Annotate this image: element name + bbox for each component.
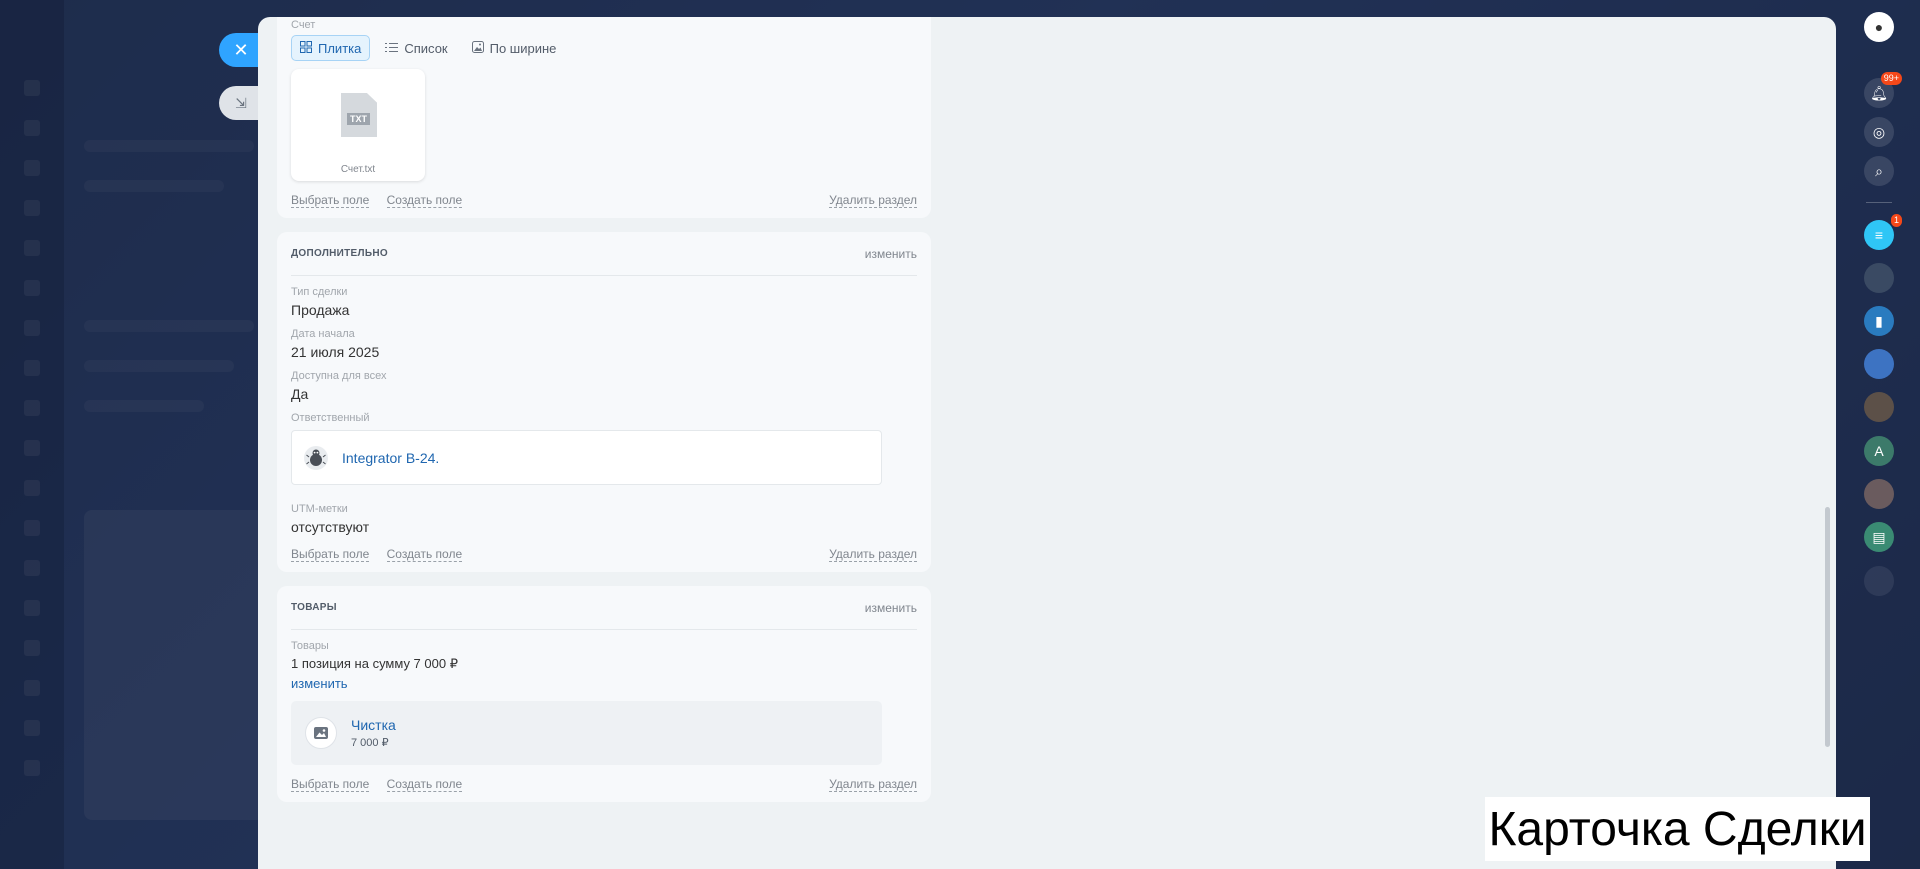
right-bar: ● 🔔︎ 99+ ◎ ⌕ ≡ 1 ▮ A ▤: [1836, 0, 1920, 869]
notifications-badge: 99+: [1880, 72, 1902, 85]
minimize-icon: ⇲: [235, 94, 247, 111]
section-footer: Выбрать поле Создать поле Удалить раздел: [291, 181, 917, 218]
field-label: Дата начала: [291, 328, 355, 340]
deal-card-slider: Счет Плитка Список По ширине TXT Счет.tx…: [258, 17, 1836, 869]
tab-tile-label: Плитка: [318, 40, 362, 56]
file-name: Счет.txt: [340, 164, 376, 175]
create-field-link[interactable]: Создать поле: [386, 193, 463, 208]
bookmark-icon: ▮: [1875, 312, 1883, 329]
product-price: 7 000 ₽: [351, 737, 389, 749]
tab-list[interactable]: Список: [376, 35, 456, 61]
responsible-user[interactable]: Integrator B-24.: [291, 430, 882, 485]
products-label: Товары: [291, 640, 329, 652]
field-label: Тип сделки: [291, 286, 348, 298]
minimize-slider-button[interactable]: ⇲: [219, 86, 263, 120]
responsible-label: Ответственный: [291, 412, 370, 424]
list-icon: [385, 41, 399, 56]
create-field-link[interactable]: Создать поле: [386, 777, 463, 792]
tab-full-width[interactable]: По ширине: [463, 35, 566, 61]
tab-full-width-label: По ширине: [489, 40, 557, 56]
notes-icon: ▤: [1872, 528, 1886, 545]
letter-avatar[interactable]: A: [1864, 436, 1894, 466]
utm-value: отсутствуют: [291, 519, 370, 535]
select-field-link[interactable]: Выбрать поле: [291, 193, 370, 208]
field-value[interactable]: Да: [291, 386, 917, 402]
bell-icon: 🔔︎: [1870, 84, 1888, 101]
avatar-letter: A: [1874, 443, 1884, 459]
user-chat-avatar[interactable]: [1864, 479, 1894, 509]
file-tile[interactable]: TXT Счет.txt: [291, 69, 425, 181]
section-title: ДОПОЛНИТЕЛЬНО: [291, 248, 388, 259]
products-change-link[interactable]: изменить: [291, 676, 917, 691]
field-value[interactable]: 21 июля 2025: [291, 344, 917, 360]
image-icon: [471, 40, 484, 56]
close-icon: ✕: [233, 39, 249, 60]
file-field-label: Счет: [291, 19, 316, 31]
section-footer: Выбрать поле Создать поле Удалить раздел: [291, 765, 917, 802]
chat-icon: ≡: [1874, 227, 1884, 243]
field-deal-type: Тип сделки Продажа: [291, 286, 917, 318]
chat-badge: 1: [1890, 214, 1902, 227]
search-chat-button[interactable]: ⌕: [1864, 156, 1894, 186]
user-chat-avatar[interactable]: [1864, 392, 1894, 422]
spiral-icon: ◎: [1872, 123, 1886, 140]
file-view-tabs: Плитка Список По ширине: [291, 35, 917, 61]
product-item[interactable]: Чистка 7 000 ₽: [291, 701, 882, 765]
tab-list-label: Список: [404, 40, 448, 56]
notes-chat-avatar[interactable]: ▤: [1864, 522, 1894, 552]
robot-avatar-icon: ●: [1874, 19, 1884, 35]
products-section: ТОВАРЫ изменить Товары 1 позиция на сумм…: [277, 586, 931, 802]
responsible-name[interactable]: Integrator B-24.: [342, 450, 439, 466]
product-name[interactable]: Чистка: [351, 717, 396, 733]
deal-fields-column: Счет Плитка Список По ширине TXT Счет.tx…: [277, 17, 931, 816]
delete-section-link[interactable]: Удалить раздел: [829, 777, 917, 792]
section-footer: Выбрать поле Создать поле Удалить раздел: [291, 535, 917, 572]
robot-chat-avatar[interactable]: [1864, 566, 1894, 596]
field-available-for-all: Доступна для всех Да: [291, 370, 917, 402]
bookmark-chat[interactable]: ▮: [1864, 306, 1894, 336]
slider-scrollbar[interactable]: [1825, 507, 1830, 747]
delete-section-link[interactable]: Удалить раздел: [829, 547, 917, 562]
bot-chat-avatar[interactable]: [1864, 349, 1894, 379]
notifications-button[interactable]: 🔔︎ 99+: [1864, 72, 1902, 108]
section-title: ТОВАРЫ: [291, 602, 337, 613]
caption-label: Карточка Сделки: [1485, 797, 1870, 861]
additional-section: ДОПОЛНИТЕЛЬНО изменить Тип сделки Продаж…: [277, 232, 931, 572]
grid-icon: [300, 40, 312, 56]
utm-label: UTM-метки: [291, 503, 348, 515]
field-start-date: Дата начала 21 июля 2025: [291, 328, 917, 360]
section-edit-link[interactable]: изменить: [865, 601, 917, 615]
file-type-badge: TXT: [347, 113, 370, 125]
chat-open-lines[interactable]: ≡ 1: [1864, 214, 1902, 250]
product-image-icon: [305, 717, 337, 749]
select-field-link[interactable]: Выбрать поле: [291, 777, 370, 792]
file-section: Счет Плитка Список По ширине TXT Счет.tx…: [277, 17, 931, 218]
copilot-button[interactable]: ◎: [1864, 117, 1894, 147]
field-label: Доступна для всех: [291, 370, 387, 382]
create-field-link[interactable]: Создать поле: [386, 547, 463, 562]
select-field-link[interactable]: Выбрать поле: [291, 547, 370, 562]
tab-tile[interactable]: Плитка: [291, 35, 371, 61]
chat-search-icon: ⌕: [1875, 162, 1883, 179]
delete-section-link[interactable]: Удалить раздел: [829, 193, 917, 208]
user-avatar[interactable]: ●: [1864, 12, 1894, 42]
products-summary: 1 позиция на сумму 7 000 ₽: [291, 656, 458, 671]
field-value[interactable]: Продажа: [291, 302, 917, 318]
recent-chat-avatar[interactable]: [1864, 263, 1894, 293]
robot-avatar-icon: [304, 445, 328, 470]
close-slider-button[interactable]: ✕: [219, 33, 263, 67]
section-edit-link[interactable]: изменить: [865, 247, 917, 261]
